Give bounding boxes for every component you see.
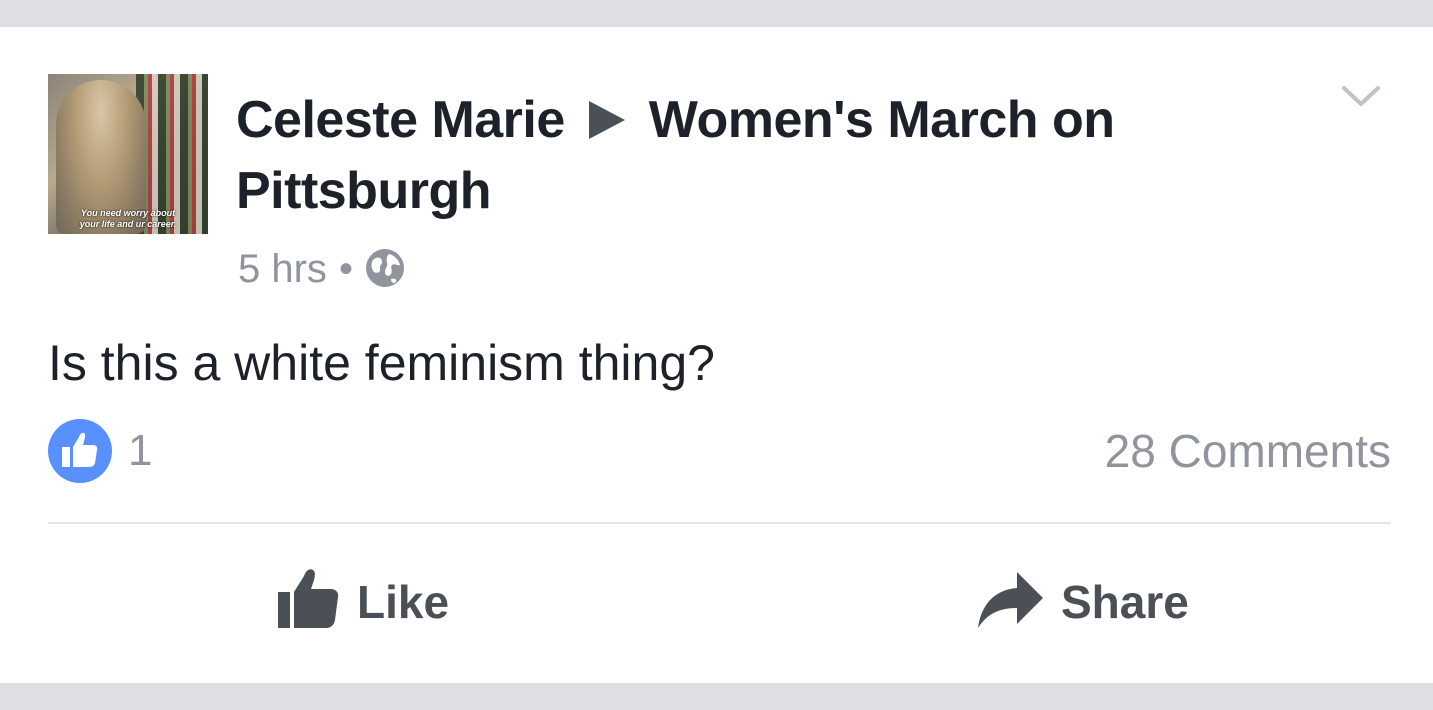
post-meta: 5 hrs • <box>238 244 405 294</box>
avatar-caption-line: your life and ur career. <box>79 219 177 229</box>
meta-separator: • <box>338 247 353 291</box>
author-name[interactable]: Celeste Marie <box>236 91 565 149</box>
share-arrow-icon <box>978 572 1043 628</box>
avatar[interactable]: You need worry about your life and ur ca… <box>48 74 208 234</box>
avatar-caption-line: You need worry about <box>80 208 176 218</box>
thumbs-up-icon <box>278 569 339 628</box>
avatar-caption: You need worry about your life and ur ca… <box>48 208 208 230</box>
like-button[interactable]: Like <box>277 567 449 637</box>
divider <box>48 522 1391 524</box>
chevron-down-icon[interactable] <box>1341 85 1381 107</box>
like-reaction-badge[interactable] <box>48 419 112 483</box>
thumbs-up-icon <box>62 432 98 467</box>
like-count[interactable]: 1 <box>128 425 152 477</box>
right-triangle-icon <box>588 101 625 139</box>
post-body: Is this a white feminism thing? <box>48 335 715 391</box>
post-card: You need worry about your life and ur ca… <box>0 27 1433 683</box>
post-header: Celeste Marie Women's March on Pittsburgh <box>236 85 1196 227</box>
comments-count-link[interactable]: 28 Comments <box>1105 425 1391 477</box>
share-button[interactable]: Share <box>977 567 1189 637</box>
share-button-label: Share <box>1061 576 1189 628</box>
like-button-label: Like <box>357 576 450 628</box>
globe-icon <box>365 249 404 287</box>
post-timestamp[interactable]: 5 hrs <box>238 247 327 291</box>
